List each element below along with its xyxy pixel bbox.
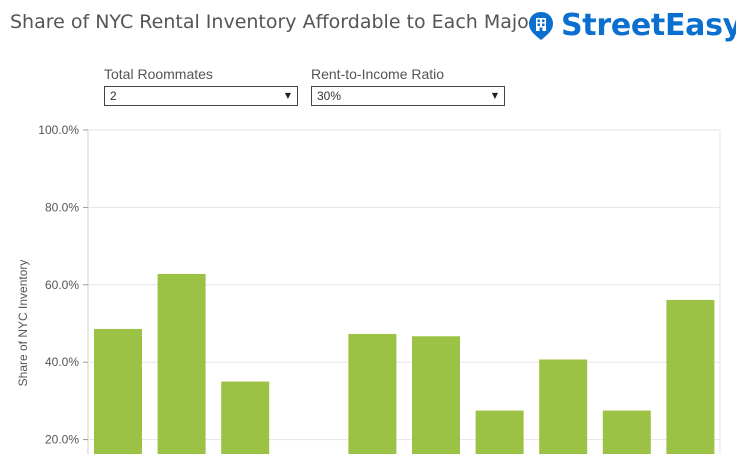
bar (475, 410, 524, 454)
bar (602, 410, 651, 454)
y-tick-label: 40.0% (45, 355, 79, 369)
bar (157, 273, 206, 454)
bar (94, 328, 142, 454)
y-tick-label: 20.0% (45, 433, 79, 447)
bar (221, 381, 270, 454)
y-axis-title: Share of NYC Inventory (16, 260, 30, 387)
y-tick-label: 80.0% (45, 200, 79, 214)
bar (348, 333, 397, 454)
bar (666, 299, 715, 454)
bar (539, 359, 588, 454)
bar (412, 336, 460, 454)
bar-chart: 100.0% 80.0% 60.0% 40.0% 20.0% Share of NYC I… (16, 123, 721, 454)
y-tick-label: 60.0% (45, 278, 79, 292)
y-tick-label: 100.0% (38, 123, 79, 137)
